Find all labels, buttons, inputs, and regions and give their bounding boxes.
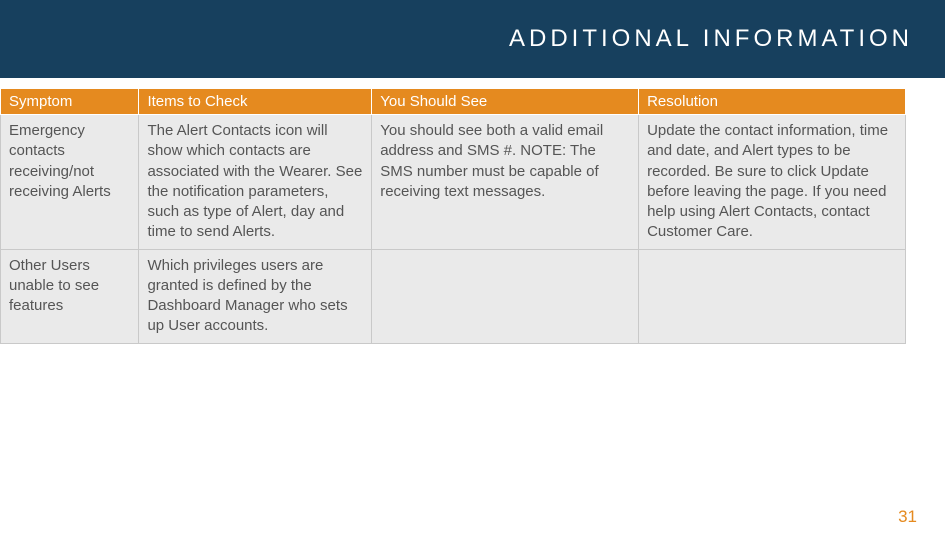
page-number: 31 bbox=[898, 507, 917, 527]
page-title: ADDITIONAL INFORMATION bbox=[509, 25, 913, 53]
troubleshooting-table: Symptom Items to Check You Should See Re… bbox=[0, 88, 906, 344]
cell-symptom: Other Users unable to see features bbox=[1, 249, 139, 343]
cell-see: You should see both a valid email addres… bbox=[372, 115, 639, 250]
table-row: Other Users unable to see features Which… bbox=[1, 249, 906, 343]
cell-see bbox=[372, 249, 639, 343]
cell-items: The Alert Contacts icon will show which … bbox=[139, 115, 372, 250]
header-resolution: Resolution bbox=[639, 89, 906, 115]
cell-items: Which privileges users are granted is de… bbox=[139, 249, 372, 343]
cell-symptom: Emergency contacts receiving/not receivi… bbox=[1, 115, 139, 250]
cell-resolution: Update the contact information, time and… bbox=[639, 115, 906, 250]
cell-resolution bbox=[639, 249, 906, 343]
header-items: Items to Check bbox=[139, 89, 372, 115]
header-symptom: Symptom bbox=[1, 89, 139, 115]
header-bar: ADDITIONAL INFORMATION bbox=[0, 0, 945, 78]
table-header-row: Symptom Items to Check You Should See Re… bbox=[1, 89, 906, 115]
table-row: Emergency contacts receiving/not receivi… bbox=[1, 115, 906, 250]
troubleshooting-table-wrapper: Symptom Items to Check You Should See Re… bbox=[0, 78, 924, 344]
header-see: You Should See bbox=[372, 89, 639, 115]
